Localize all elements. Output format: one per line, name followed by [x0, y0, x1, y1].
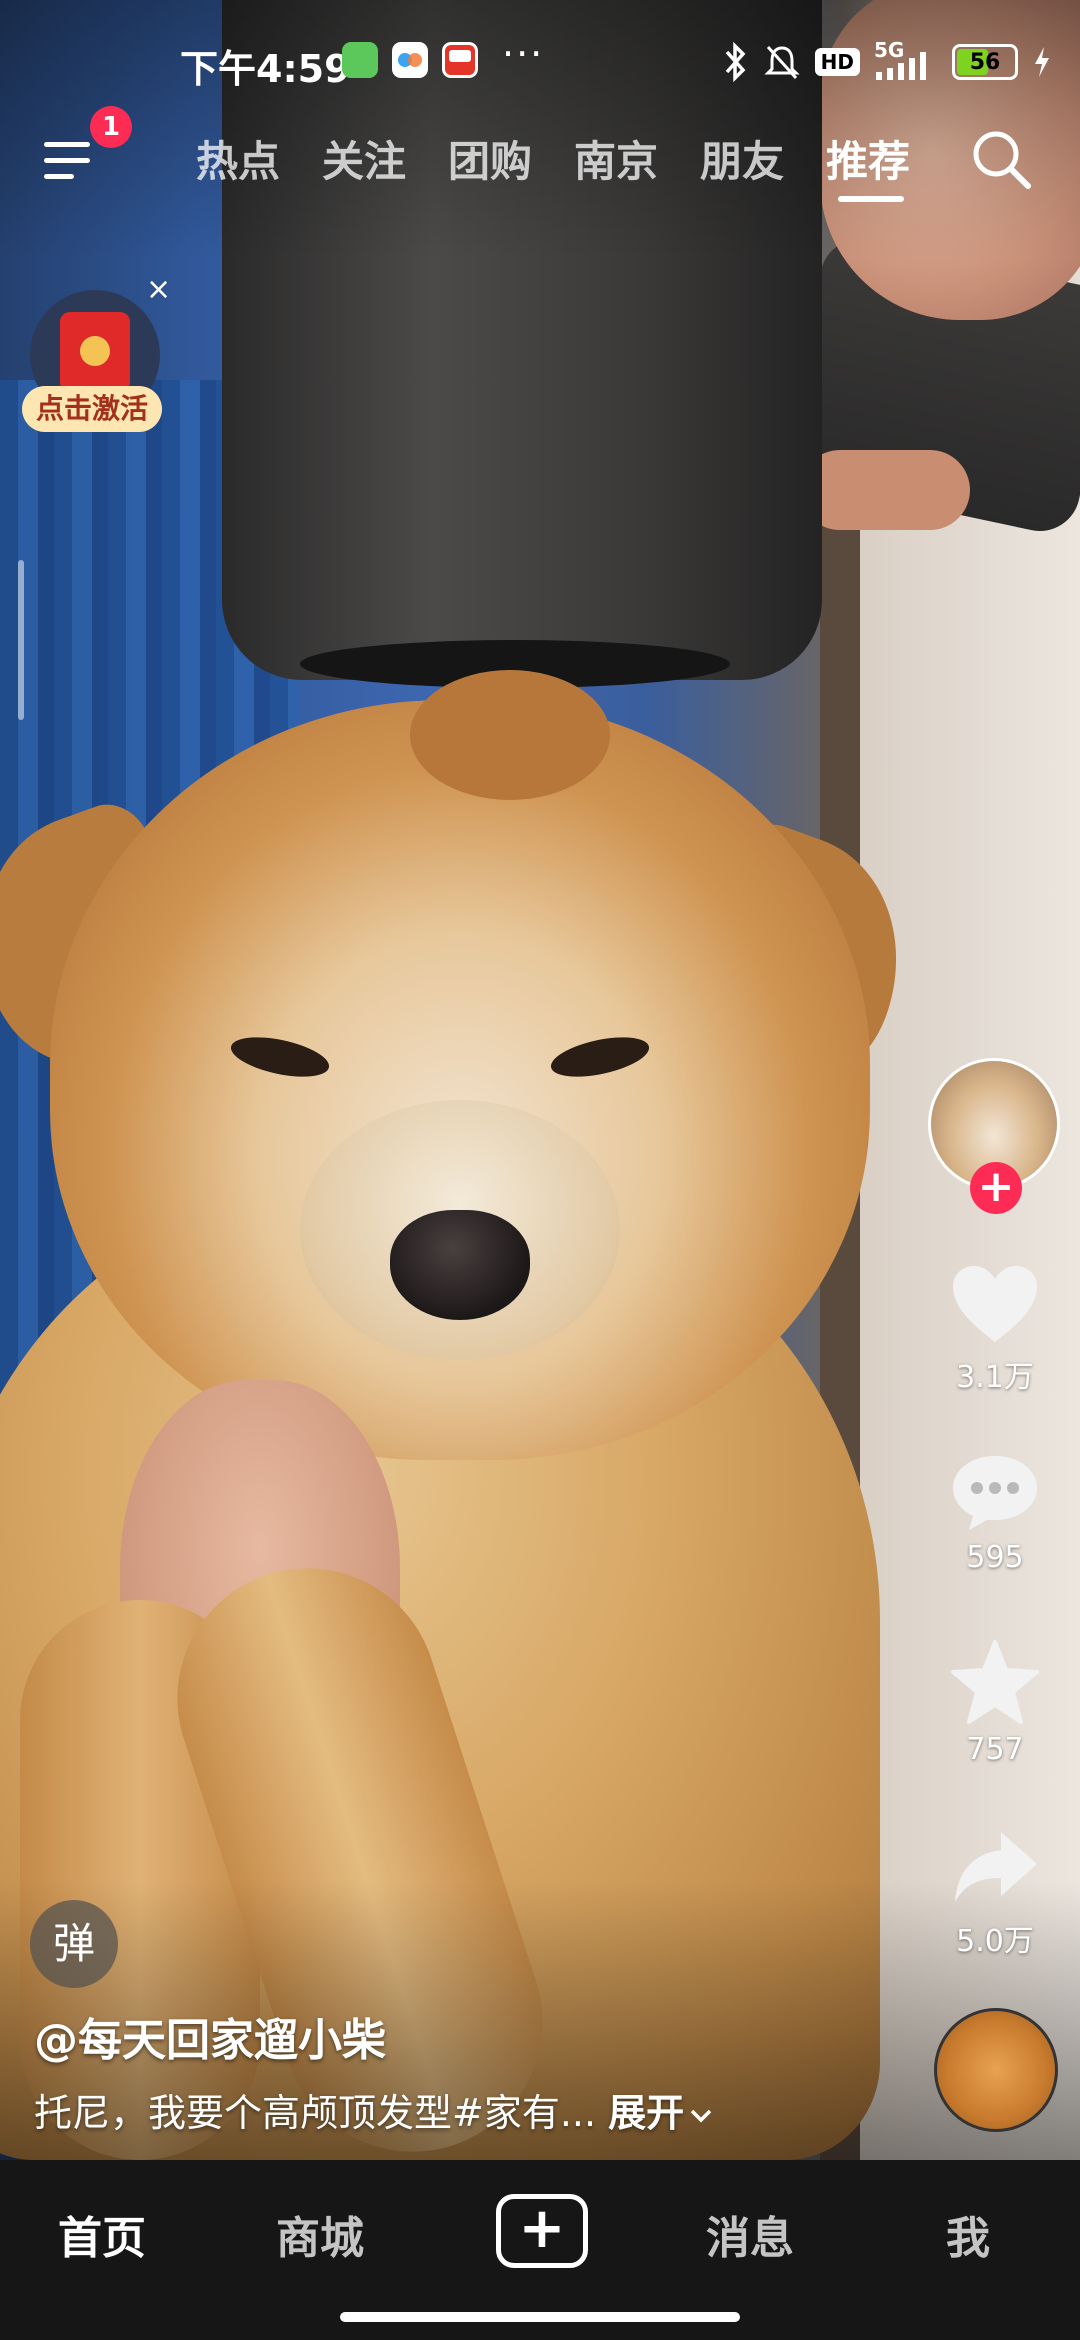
- status-time: 下午4:59: [180, 47, 351, 91]
- charging-icon: [1035, 47, 1049, 77]
- share-arrow-icon: [955, 1832, 1037, 1902]
- tab-hot[interactable]: 热点: [196, 128, 280, 189]
- comment-icon: [953, 1456, 1037, 1530]
- expand-label: 展开: [608, 2091, 685, 2135]
- close-icon[interactable]: ×: [146, 272, 171, 307]
- red-envelope-icon: [60, 312, 130, 392]
- signal-icon: 5G: [874, 38, 938, 82]
- mute-bell-icon: [764, 45, 800, 80]
- app-58-icon: [442, 42, 478, 78]
- notification-badge: 1: [90, 106, 132, 148]
- comment-button[interactable]: 595: [930, 1450, 1060, 1575]
- more-notifications-icon: ···: [502, 32, 545, 76]
- menu-line: [44, 142, 90, 147]
- favorite-button[interactable]: 757: [930, 1638, 1060, 1767]
- cloud-icon: [392, 42, 428, 78]
- share-count: 5.0万: [956, 1924, 1034, 1959]
- red-packet-widget[interactable]: 点击激活: [22, 286, 172, 446]
- favorite-count: 757: [966, 1732, 1024, 1767]
- nav-me[interactable]: 我: [946, 2202, 990, 2266]
- video-description: 托尼，我要个高颅顶发型#家有... 展开: [34, 2082, 714, 2137]
- chevron-down-icon: [690, 2109, 712, 2123]
- menu-line: [44, 174, 74, 179]
- tab-friends[interactable]: 朋友: [700, 128, 784, 189]
- tab-group-buy[interactable]: 团购: [448, 128, 532, 189]
- puppy-nose: [390, 1210, 530, 1320]
- battery-level: 56: [969, 49, 1001, 75]
- nav-home[interactable]: 首页: [58, 2202, 146, 2266]
- menu-button[interactable]: [44, 130, 100, 186]
- author-name[interactable]: @每天回家遛小柴: [34, 2004, 386, 2068]
- create-post-button[interactable]: +: [496, 2194, 588, 2268]
- status-indicators: HD 5G 56: [723, 38, 1052, 84]
- search-button[interactable]: [966, 124, 1036, 194]
- battery-icon: 56: [952, 44, 1018, 80]
- expand-button[interactable]: 展开: [608, 2091, 714, 2135]
- comment-count: 595: [966, 1540, 1024, 1575]
- danmu-toggle-button[interactable]: 弹: [30, 1900, 118, 1988]
- nav-mall[interactable]: 商城: [276, 2202, 364, 2266]
- nav-messages[interactable]: 消息: [706, 2202, 794, 2266]
- activate-label: 点击激活: [22, 386, 162, 432]
- tab-following[interactable]: 关注: [322, 128, 406, 189]
- bluetooth-icon: [725, 42, 746, 82]
- hd-badge: HD: [814, 48, 860, 76]
- active-tab-indicator: [838, 196, 904, 202]
- wechat-icon: [342, 42, 378, 78]
- puppy-hair-tuft: [410, 670, 610, 800]
- music-disc[interactable]: [934, 2008, 1058, 2132]
- author-avatar-button[interactable]: +: [928, 1058, 1060, 1214]
- top-navigation: 1 热点 关注 团购 南京 朋友 推荐: [0, 106, 1080, 210]
- star-icon: [951, 1640, 1039, 1724]
- like-count: 3.1万: [956, 1360, 1034, 1395]
- finger: [800, 450, 970, 530]
- heart-icon: [953, 1266, 1037, 1342]
- search-icon: [973, 131, 1031, 189]
- share-button[interactable]: 5.0万: [930, 1826, 1060, 1960]
- like-button[interactable]: 3.1万: [930, 1262, 1060, 1396]
- status-bar: 下午4:59 ··· HD 5G 56: [0, 0, 1080, 120]
- scroll-indicator: [18, 560, 24, 720]
- description-text: 托尼，我要个高颅顶发型#家有...: [34, 2091, 597, 2135]
- tab-recommended[interactable]: 推荐: [826, 128, 910, 189]
- tab-nanjing[interactable]: 南京: [574, 128, 658, 189]
- home-indicator[interactable]: [340, 2312, 740, 2322]
- menu-line: [44, 158, 90, 163]
- follow-plus-icon[interactable]: +: [970, 1162, 1022, 1214]
